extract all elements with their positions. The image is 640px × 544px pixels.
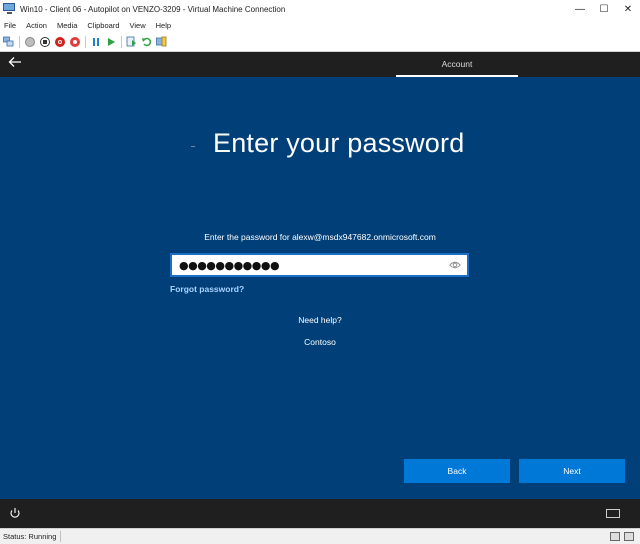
decorative-mark xyxy=(191,146,195,147)
keyboard-status-icon xyxy=(610,532,620,541)
vm-screen[interactable]: Account Enter your password Enter the pa… xyxy=(0,52,640,528)
resume-icon[interactable] xyxy=(105,36,116,47)
menu-view[interactable]: View xyxy=(130,21,146,30)
menu-bar: File Action Media Clipboard View Help xyxy=(0,18,640,32)
tab-account: Account xyxy=(396,52,518,77)
password-value: ●●●●●●●●●●● xyxy=(179,258,280,272)
reveal-password-icon[interactable] xyxy=(449,260,461,270)
organization-name: Contoso xyxy=(304,337,336,347)
oobe-bottom-bar xyxy=(0,499,640,528)
toolbar-separator xyxy=(85,35,86,48)
title-bar: Win10 - Client 06 - Autopilot on VENZO-3… xyxy=(0,0,640,18)
ease-of-access-icon[interactable] xyxy=(9,507,21,519)
close-button[interactable]: ✕ xyxy=(616,0,640,18)
toolbar-separator xyxy=(121,35,122,48)
menu-clipboard[interactable]: Clipboard xyxy=(87,21,119,30)
toolbar xyxy=(0,32,640,52)
enhanced-session-icon[interactable] xyxy=(156,36,167,47)
toolbar-separator xyxy=(19,35,20,48)
need-help-text: Need help? xyxy=(298,315,342,325)
save-icon[interactable] xyxy=(69,36,80,47)
checkpoint-icon[interactable] xyxy=(126,36,137,47)
status-separator xyxy=(60,531,61,542)
minimize-button[interactable]: — xyxy=(568,0,592,18)
window-title: Win10 - Client 06 - Autopilot on VENZO-3… xyxy=(20,4,286,14)
shutdown-icon[interactable] xyxy=(54,36,65,47)
back-arrow-icon[interactable] xyxy=(8,55,22,73)
forgot-password-link[interactable]: Forgot password? xyxy=(170,284,244,294)
password-field[interactable]: ●●●●●●●●●●● xyxy=(170,253,469,277)
password-prompt: Enter the password for alexw@msdx947682.… xyxy=(204,232,436,242)
menu-action[interactable]: Action xyxy=(26,21,47,30)
maximize-button[interactable]: ☐ xyxy=(592,0,616,18)
status-bar: Status: Running xyxy=(0,528,640,544)
status-icons xyxy=(606,532,634,541)
next-button[interactable]: Next xyxy=(519,459,625,483)
ctrl-alt-del-icon[interactable] xyxy=(3,36,14,47)
window-controls: — ☐ ✕ xyxy=(568,0,640,18)
menu-file[interactable]: File xyxy=(4,21,16,30)
back-button[interactable]: Back xyxy=(404,459,510,483)
keyboard-icon[interactable] xyxy=(606,509,620,518)
start-icon[interactable] xyxy=(24,36,35,47)
turn-off-icon[interactable] xyxy=(39,36,50,47)
menu-help[interactable]: Help xyxy=(156,21,171,30)
pause-icon[interactable] xyxy=(90,36,101,47)
vm-status: Status: Running xyxy=(3,532,57,541)
lock-status-icon xyxy=(624,532,634,541)
revert-icon[interactable] xyxy=(141,36,152,47)
menu-media[interactable]: Media xyxy=(57,21,77,30)
page-title: Enter your password xyxy=(213,128,465,158)
vm-connection-icon xyxy=(3,3,17,15)
oobe-top-bar: Account xyxy=(0,52,640,77)
